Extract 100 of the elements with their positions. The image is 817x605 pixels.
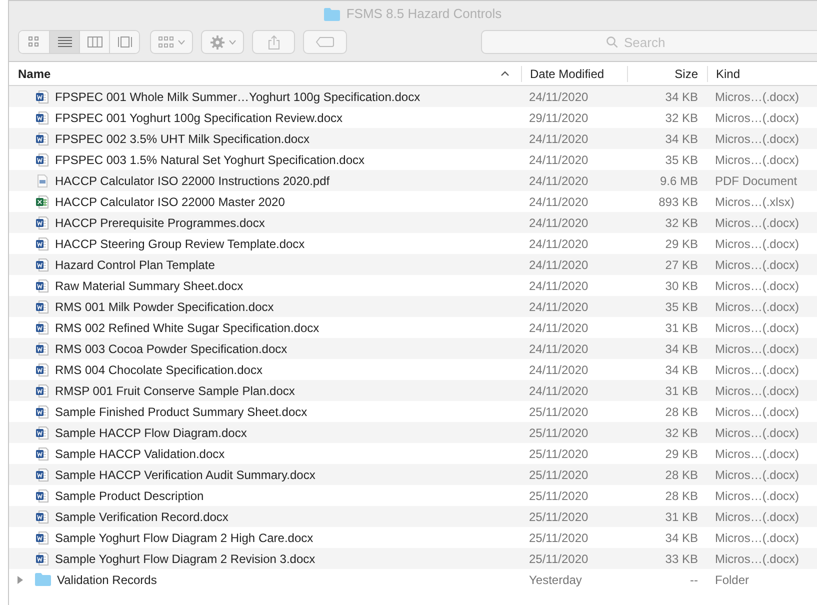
file-kind: Micros…(.docx)	[715, 90, 800, 104]
word-document-icon	[35, 530, 49, 544]
tags-button[interactable]	[303, 30, 347, 54]
file-name: RMS 003 Cocoa Powder Specification.docx	[55, 340, 288, 358]
date-modified: 25/11/2020	[529, 510, 588, 524]
column-header[interactable]: Size	[674, 64, 698, 82]
file-size: 34 KB	[665, 342, 698, 356]
file-name: Sample HACCP Validation.docx	[55, 446, 225, 462]
file-kind: Micros…(.docx)	[715, 132, 800, 146]
word-document-icon	[35, 342, 49, 356]
disclosure-triangle-icon[interactable]	[16, 576, 24, 584]
file-kind: Micros…(.docx)	[715, 110, 800, 124]
column-header[interactable]: Kind	[716, 64, 740, 82]
date-modified: 24/11/2020	[529, 236, 588, 250]
date-modified: 24/11/2020	[529, 342, 588, 356]
file-row[interactable]: RMS 003 Cocoa Powder Specification.docx 24/11/2020 34 KB Micros…(.docx)	[9, 338, 817, 359]
file-row[interactable]: Sample HACCP Verification Audit Summary.docx 25/11/2020 28 KB Micros…(.docx)	[9, 464, 817, 485]
list-view-button[interactable]	[49, 31, 79, 53]
date-modified: 25/11/2020	[529, 404, 588, 418]
settings-button[interactable]	[201, 30, 244, 54]
file-kind: Micros…(.docx)	[715, 426, 800, 440]
file-kind: Micros…(.docx)	[715, 342, 800, 356]
word-document-icon	[35, 320, 49, 334]
word-document-icon	[35, 216, 49, 230]
date-modified: 25/11/2020	[529, 552, 588, 566]
date-modified: 24/11/2020	[529, 258, 588, 272]
spreadsheet-icon	[35, 194, 49, 208]
file-name: RMS 002 Refined White Sugar Specification.docx	[55, 320, 320, 336]
file-size: 32 KB	[665, 426, 698, 440]
file-kind: Micros…(.docx)	[715, 510, 800, 524]
date-modified: 24/11/2020	[529, 320, 588, 334]
date-modified: 25/11/2020	[529, 488, 588, 502]
file-kind: Micros…(.docx)	[715, 216, 800, 230]
file-size: 34 KB	[665, 132, 698, 146]
file-name: RMSP 001 Fruit Conserve Sample Plan.docx	[55, 382, 295, 400]
share-button[interactable]	[252, 30, 295, 54]
file-row[interactable]: Hazard Control Plan Template 24/11/2020 27 KB Micros…(.docx)	[9, 254, 817, 275]
file-name: HACCP Calculator ISO 22000 Instructions 2020.pdf	[55, 172, 330, 190]
file-size: 35 KB	[665, 300, 698, 314]
file-kind: Micros…(.docx)	[715, 404, 800, 418]
date-modified: 29/11/2020	[529, 110, 588, 124]
file-row[interactable]: Sample Verification Record.docx 25/11/2020 31 KB Micros…(.docx)	[9, 506, 817, 527]
file-kind: Micros…(.docx)	[715, 236, 800, 250]
file-row[interactable]: Sample HACCP Flow Diagram.docx 25/11/2020 32 KB Micros…(.docx)	[9, 422, 817, 443]
word-document-icon	[35, 258, 49, 272]
file-row[interactable]: RMS 001 Milk Powder Specification.docx 24/11/2020 35 KB Micros…(.docx)	[9, 296, 817, 317]
file-row[interactable]: FPSPEC 002 3.5% UHT Milk Specification.docx 24/11/2020 34 KB Micros…(.docx)	[9, 128, 817, 149]
file-kind: Micros…(.docx)	[715, 530, 800, 544]
column-header[interactable]: Name	[18, 64, 51, 82]
tag-icon	[316, 37, 334, 47]
file-size: 28 KB	[665, 488, 698, 502]
word-document-icon	[35, 488, 49, 502]
folder-icon	[35, 573, 51, 586]
date-modified: 24/11/2020	[529, 90, 588, 104]
file-row[interactable]: HACCP Prerequisite Programmes.docx 24/11/2020 32 KB Micros…(.docx)	[9, 212, 817, 233]
file-size: 893 KB	[658, 194, 698, 208]
column-header[interactable]: Date Modified	[530, 64, 604, 82]
file-kind: Micros…(.docx)	[715, 258, 800, 272]
file-size: 31 KB	[665, 510, 698, 524]
file-size: 27 KB	[665, 258, 698, 272]
gallery-view-button[interactable]	[109, 31, 139, 53]
file-row[interactable]: HACCP Calculator ISO 22000 Instructions 2020.pdf 24/11/2020 9.6 MB PDF Document	[9, 170, 817, 191]
list-icon	[56, 35, 72, 49]
file-name: Hazard Control Plan Template	[55, 256, 215, 274]
file-size: 34 KB	[665, 530, 698, 544]
date-modified: 25/11/2020	[529, 530, 588, 544]
file-size: 28 KB	[665, 468, 698, 482]
file-size: 29 KB	[665, 446, 698, 460]
search-field[interactable]: Search	[481, 30, 817, 54]
view-mode-switcher[interactable]	[18, 30, 140, 54]
chevron-down-icon	[178, 40, 185, 44]
file-size: --	[690, 572, 698, 586]
file-kind: Micros…(.docx)	[715, 300, 800, 314]
search-icon	[606, 36, 618, 48]
file-kind: Micros…(.docx)	[715, 488, 800, 502]
document-icon	[35, 174, 49, 188]
file-name: RMS 004 Chocolate Specification.docx	[55, 362, 262, 378]
file-row[interactable]: RMSP 001 Fruit Conserve Sample Plan.docx 24/11/2020 31 KB Micros…(.docx)	[9, 380, 817, 401]
file-kind: Micros…(.xlsx)	[715, 194, 794, 208]
group-button[interactable]	[150, 30, 193, 54]
word-document-icon	[35, 132, 49, 146]
file-kind: Micros…(.docx)	[715, 278, 800, 292]
file-size: 33 KB	[665, 552, 698, 566]
word-document-icon	[35, 236, 49, 250]
date-modified: 24/11/2020	[529, 194, 588, 208]
file-size: 9.6 MB	[660, 174, 698, 188]
file-name: FPSPEC 002 3.5% UHT Milk Specification.docx	[55, 130, 310, 148]
chevron-down-icon	[228, 40, 236, 44]
file-name: Sample Product Description	[55, 488, 204, 504]
file-kind: Micros…(.docx)	[715, 320, 800, 334]
file-row[interactable]: Sample Yoghurt Flow Diagram 2 Revision 3.docx 25/11/2020 33 KB Micros…(.docx)	[9, 548, 817, 569]
word-document-icon	[35, 90, 49, 104]
gallery-icon	[116, 35, 132, 49]
file-name: Raw Material Summary Sheet.docx	[55, 278, 244, 294]
file-row[interactable]: FPSPEC 001 Whole Milk Summer…Yoghurt 100g Specification.docx 24/11/2020 34 KB Micros…(.docx)	[9, 86, 817, 107]
file-name: Sample Verification Record.docx	[55, 508, 228, 526]
file-name: FPSPEC 001 Whole Milk Summer…Yoghurt 100g Specification.docx	[55, 88, 420, 106]
file-size: 32 KB	[665, 216, 698, 230]
file-kind: Folder	[715, 572, 750, 586]
file-kind: Micros…(.docx)	[715, 552, 800, 566]
